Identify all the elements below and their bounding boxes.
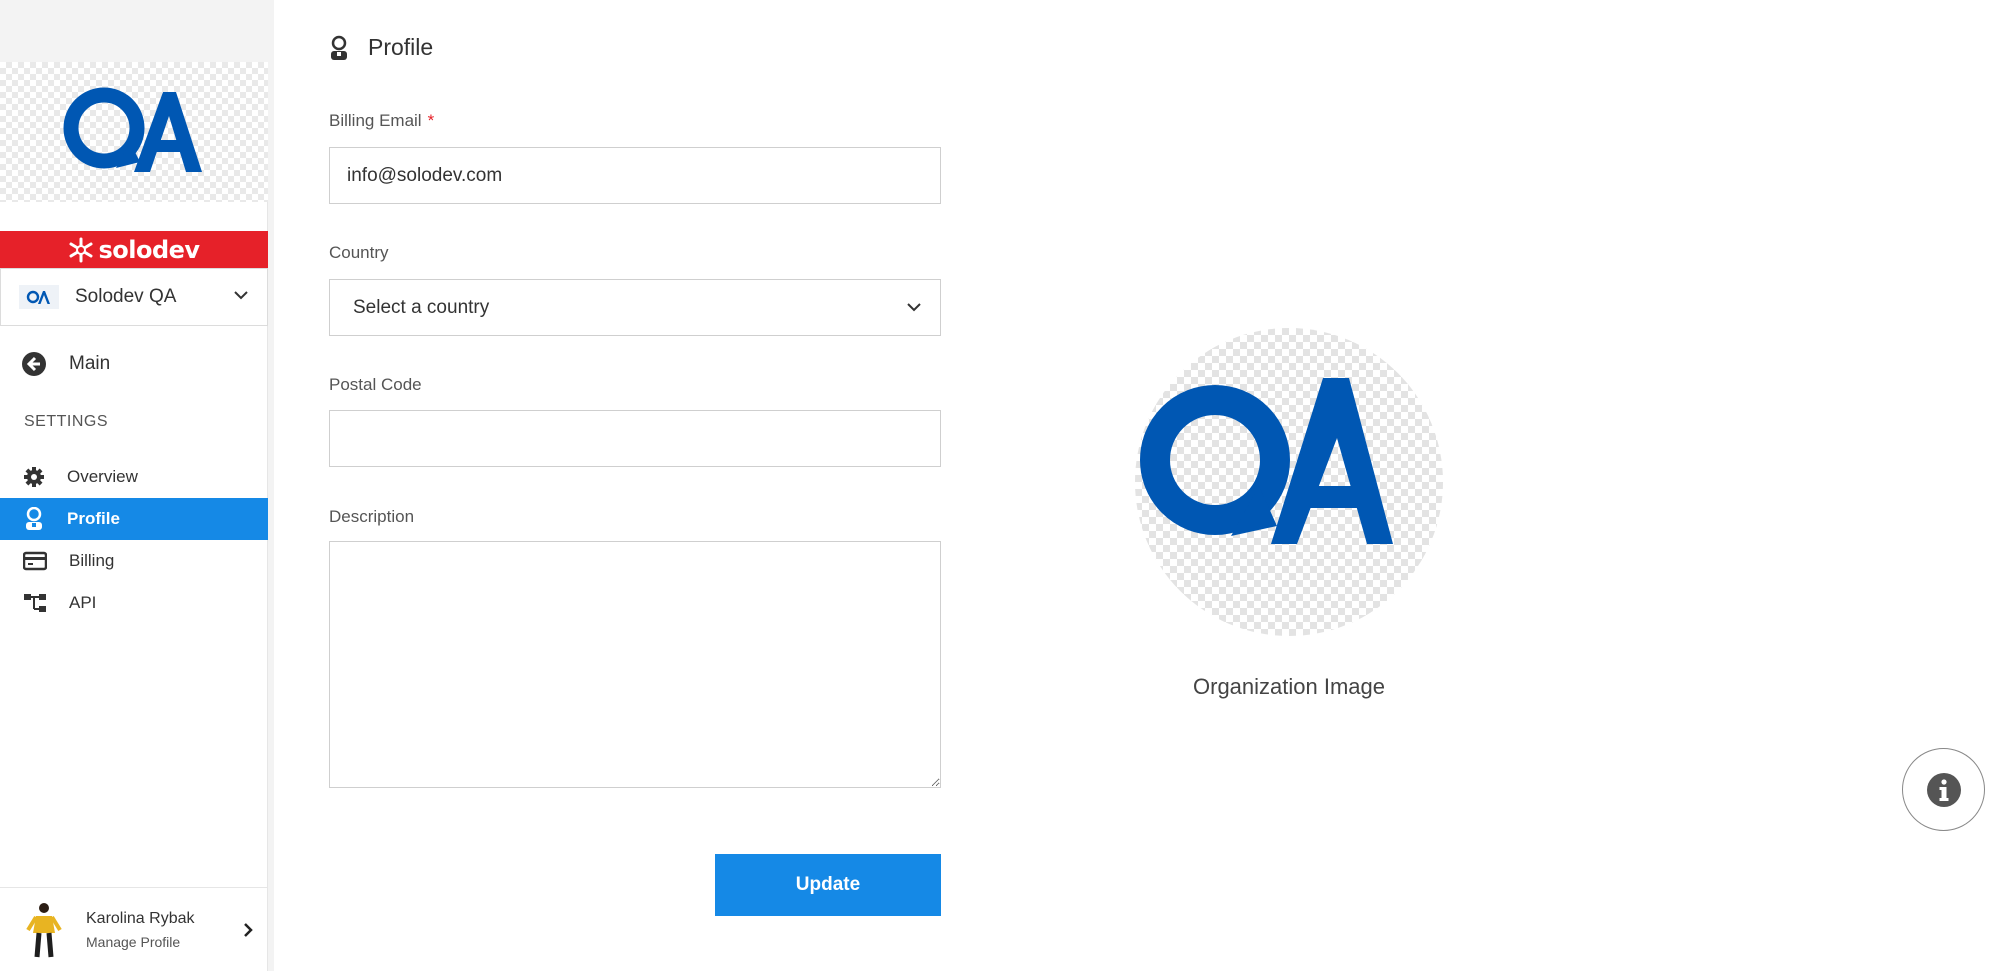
sidebar-item-label: Billing bbox=[69, 551, 115, 570]
billing-email-field[interactable] bbox=[329, 147, 941, 204]
info-button[interactable] bbox=[1902, 748, 1985, 831]
chevron-down-icon bbox=[234, 291, 248, 300]
organization-image[interactable] bbox=[1135, 328, 1443, 636]
country-label: Country bbox=[329, 243, 389, 262]
arrow-circle-left-icon bbox=[22, 352, 46, 376]
gear-icon bbox=[24, 467, 44, 487]
page-header: Profile bbox=[328, 34, 433, 61]
update-button[interactable]: Update bbox=[715, 854, 941, 916]
billing-email-label-text: Billing Email bbox=[329, 111, 422, 130]
organization-image-caption: Organization Image bbox=[1193, 674, 1385, 699]
user-icon bbox=[331, 35, 347, 60]
brand-bar: solodev bbox=[0, 231, 268, 268]
credit-card-icon bbox=[23, 551, 47, 571]
qa-mini-logo-icon bbox=[26, 290, 50, 304]
sidebar-top-band bbox=[0, 0, 268, 62]
postal-code-field[interactable] bbox=[329, 410, 941, 467]
sidebar: solodev Solodev QA Main SETTINGS Overvie… bbox=[0, 0, 268, 971]
sidebar-item-label: API bbox=[69, 593, 97, 612]
qa-logo-icon bbox=[63, 87, 202, 172]
chevron-right-icon bbox=[244, 923, 253, 937]
country-select-value: Select a country bbox=[353, 296, 490, 318]
settings-heading: SETTINGS bbox=[24, 413, 109, 430]
brand-name: solodev bbox=[98, 235, 200, 264]
page-title: Profile bbox=[368, 34, 434, 60]
organization-selector[interactable]: Solodev QA bbox=[0, 268, 268, 326]
description-field[interactable] bbox=[329, 541, 941, 788]
nav-main[interactable]: Main bbox=[0, 346, 268, 382]
avatar bbox=[26, 902, 62, 957]
sidebar-item-label: Profile bbox=[67, 509, 120, 528]
chevron-down-icon bbox=[907, 303, 921, 312]
sidebar-item-label: Overview bbox=[67, 467, 138, 486]
org-logo bbox=[0, 62, 268, 202]
required-indicator: * bbox=[427, 111, 435, 130]
user-profile-panel[interactable]: Karolina Rybak Manage Profile bbox=[0, 887, 268, 971]
snowflake-icon bbox=[69, 237, 93, 262]
billing-email-label: Billing Email * bbox=[329, 111, 434, 131]
postal-code-label: Postal Code bbox=[329, 375, 422, 394]
org-name: Solodev QA bbox=[75, 286, 177, 307]
sidebar-gutter bbox=[268, 0, 274, 971]
description-label: Description bbox=[329, 507, 415, 526]
country-select[interactable]: Select a country bbox=[329, 279, 941, 336]
info-icon bbox=[1926, 772, 1961, 807]
sitemap-icon bbox=[24, 594, 46, 612]
sidebar-item-overview[interactable]: Overview bbox=[0, 456, 268, 498]
sidebar-item-profile[interactable]: Profile bbox=[0, 498, 268, 540]
qa-logo-icon bbox=[1140, 378, 1393, 544]
user-icon bbox=[26, 507, 42, 530]
manage-profile-link[interactable]: Manage Profile bbox=[86, 934, 195, 950]
user-info: Karolina Rybak Manage Profile bbox=[86, 910, 195, 950]
nav-main-label: Main bbox=[69, 353, 111, 374]
sidebar-item-billing[interactable]: Billing bbox=[0, 540, 268, 582]
user-name: Karolina Rybak bbox=[86, 909, 195, 927]
sidebar-item-api[interactable]: API bbox=[0, 582, 268, 624]
org-mini-logo bbox=[19, 285, 59, 309]
